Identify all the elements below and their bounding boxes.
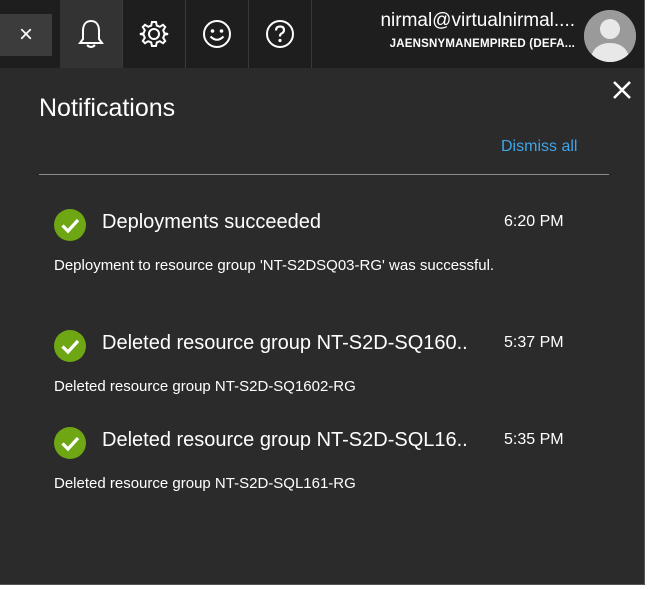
user-name: nirmal@virtualnirmal.... xyxy=(380,10,575,31)
close-icon[interactable] xyxy=(609,77,635,103)
top-bar: × nirmal@virtualnirmal.... JAENSNYMANEMP… xyxy=(0,0,644,68)
panel-title: Notifications xyxy=(39,94,176,122)
smiley-icon xyxy=(203,20,231,48)
user-directory: JAENSNYMANEMPIRED (DEFA... xyxy=(389,38,575,50)
notification-title: Deleted resource group NT-S2D-SQ160.. xyxy=(102,332,468,354)
help-button[interactable] xyxy=(249,0,311,68)
notifications-window: × nirmal@virtualnirmal.... JAENSNYMANEMP… xyxy=(0,0,645,585)
user-avatar-icon xyxy=(584,10,636,62)
check-circle-icon xyxy=(54,427,86,459)
notification-description: Deleted resource group NT-S2D-SQL161-RG xyxy=(54,475,356,492)
notification-time: 5:37 PM xyxy=(504,334,564,351)
notification-title: Deployments succeeded xyxy=(102,211,322,233)
avatar[interactable] xyxy=(584,10,636,62)
notifications-button[interactable] xyxy=(60,0,122,68)
divider xyxy=(39,174,609,175)
help-icon xyxy=(266,20,294,48)
check-circle-icon xyxy=(54,209,86,241)
notification-description: Deployment to resource group 'NT-S2DSQ03… xyxy=(54,257,495,274)
settings-button[interactable] xyxy=(123,0,185,68)
close-tab-button[interactable]: × xyxy=(0,14,52,56)
notification-title: Deleted resource group NT-S2D-SQL16.. xyxy=(102,429,468,451)
bell-icon xyxy=(78,19,104,48)
notification-time: 5:35 PM xyxy=(504,431,564,448)
gear-icon xyxy=(139,21,169,47)
check-circle-icon xyxy=(54,330,86,362)
dismiss-all-link[interactable]: Dismiss all xyxy=(501,138,577,156)
notification-time: 6:20 PM xyxy=(504,213,564,230)
account-info[interactable]: nirmal@virtualnirmal.... JAENSNYMANEMPIR… xyxy=(330,10,575,50)
feedback-button[interactable] xyxy=(186,0,248,68)
notification-description: Deleted resource group NT-S2D-SQ1602-RG xyxy=(54,378,356,395)
